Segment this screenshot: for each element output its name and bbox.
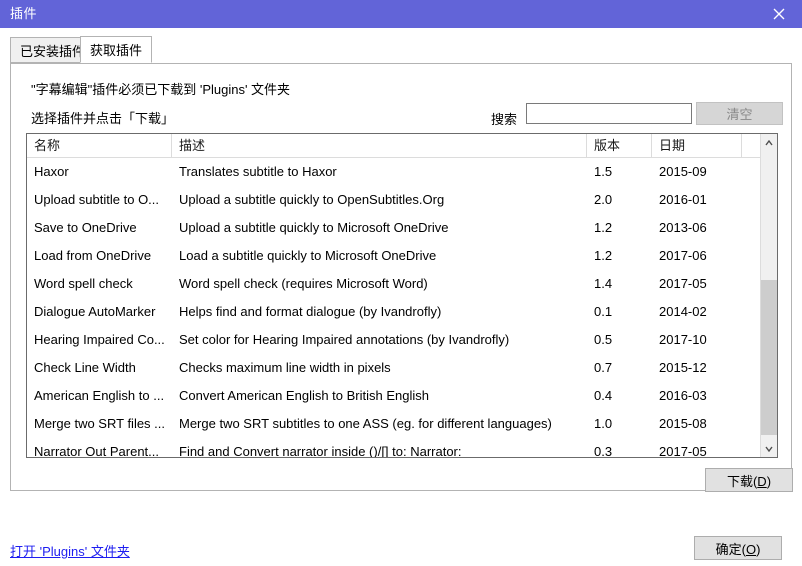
clear-search-button[interactable]: 清空	[696, 102, 783, 125]
ok-button-label: 确定(O)	[715, 541, 761, 557]
info-text-secondary: 选择插件并点击「下载」	[31, 111, 175, 126]
cell-version: 0.7	[594, 360, 613, 375]
tabstrip: 已安装插件 获取插件	[0, 28, 802, 64]
chevron-up-icon[interactable]	[761, 134, 777, 151]
cell-version: 2.0	[594, 192, 613, 207]
chevron-down-icon[interactable]	[761, 440, 777, 457]
cell-name: Haxor	[34, 164, 69, 179]
open-plugins-folder-link[interactable]: 打开 'Plugins' 文件夹	[10, 541, 130, 560]
column-header-filler	[742, 134, 762, 157]
info-text-primary: "字幕编辑"插件必须已下载到 'Plugins' 文件夹	[31, 82, 291, 97]
cell-name: Word spell check	[34, 276, 133, 291]
cell-description: Merge two SRT subtitles to one ASS (eg. …	[179, 416, 552, 431]
cell-version: 1.2	[594, 220, 613, 235]
clear-search-button-label: 清空	[726, 107, 753, 122]
cell-description: Translates subtitle to Haxor	[179, 164, 337, 179]
cell-version: 0.1	[594, 304, 613, 319]
cell-date: 2015-08	[659, 416, 707, 431]
cell-description: Find and Convert narrator inside ()/[] t…	[179, 444, 462, 457]
ok-button[interactable]: 确定(O)	[694, 536, 782, 560]
get-plugins-panel: "字幕编辑"插件必须已下载到 'Plugins' 文件夹 选择插件并点击「下载」…	[10, 63, 793, 492]
table-row[interactable]: Hearing Impaired Co... Set color for Hear…	[27, 326, 760, 354]
cell-version: 0.5	[594, 332, 613, 347]
cell-version: 1.5	[594, 164, 613, 179]
cell-name: Dialogue AutoMarker	[34, 304, 156, 319]
column-header-description[interactable]: 描述	[172, 134, 587, 157]
cell-version: 1.0	[594, 416, 613, 431]
table-row[interactable]: Haxor Translates subtitle to Haxor 1.5 2015…	[27, 158, 760, 186]
cell-version: 1.4	[594, 276, 613, 291]
cell-name: Hearing Impaired Co...	[34, 332, 165, 347]
cell-description: Helps find and format dialogue (by Ivand…	[179, 304, 442, 319]
cell-description: Upload a subtitle quickly to Microsoft O…	[179, 220, 449, 235]
cell-description: Convert American English to British Engl…	[179, 388, 430, 403]
cell-description: Word spell check (requires Microsoft Wor…	[179, 276, 428, 291]
cell-description: Set color for Hearing Impaired annotatio…	[179, 332, 510, 347]
download-button[interactable]: 下载(D)	[705, 468, 793, 492]
close-icon[interactable]	[756, 0, 802, 28]
column-header-name[interactable]: 名称	[27, 134, 172, 157]
tab-installed-plugins-label: 已安装插件	[20, 43, 86, 59]
cell-name: Load from OneDrive	[34, 248, 152, 263]
cell-date: 2017-06	[659, 248, 707, 263]
table-row[interactable]: Word spell check Word spell check (requir…	[27, 270, 760, 298]
search-input[interactable]	[526, 103, 692, 124]
cell-version: 0.4	[594, 388, 613, 403]
cell-date: 2015-12	[659, 360, 707, 375]
cell-date: 2014-02	[659, 304, 707, 319]
search-label: 搜索	[491, 112, 518, 127]
tab-get-plugins-label: 获取插件	[90, 43, 143, 58]
table-row[interactable]: Narrator Out Parent... Find and Convert n…	[27, 438, 760, 457]
scrollbar-thumb[interactable]	[761, 280, 777, 435]
cell-name: Upload subtitle to O...	[34, 192, 160, 207]
window-title: 插件	[10, 6, 38, 21]
cell-date: 2017-05	[659, 276, 707, 291]
table-row[interactable]: Upload subtitle to O... Upload a subtitle…	[27, 186, 760, 214]
download-button-label: 下载(D)	[726, 473, 772, 489]
listview-header: 名称 描述 版本 日期	[27, 134, 777, 158]
column-header-version[interactable]: 版本	[587, 134, 652, 157]
cell-description: Checks maximum line width in pixels	[179, 360, 391, 375]
listview-scrollbar[interactable]	[760, 134, 777, 457]
cell-date: 2017-05	[659, 444, 707, 457]
plugins-listview[interactable]: 名称 描述 版本 日期 Haxor Translates subtitle to …	[26, 133, 778, 458]
cell-description: Load a subtitle quickly to Microsoft One…	[179, 248, 437, 263]
table-row[interactable]: Load from OneDrive Load a subtitle quickl…	[27, 242, 760, 270]
table-row[interactable]: Merge two SRT files ... Merge two SRT sub…	[27, 410, 760, 438]
cell-description: Upload a subtitle quickly to OpenSubtitl…	[179, 192, 445, 207]
cell-name: American English to ...	[34, 388, 165, 403]
table-row[interactable]: Save to OneDrive Upload a subtitle quickl…	[27, 214, 760, 242]
table-row[interactable]: Check Line Width Checks maximum line widt…	[27, 354, 760, 382]
table-row[interactable]: Dialogue AutoMarker Helps find and format…	[27, 298, 760, 326]
cell-name: Save to OneDrive	[34, 220, 137, 235]
window-titlebar: 插件	[0, 0, 802, 28]
cell-date: 2013-06	[659, 220, 707, 235]
column-header-date[interactable]: 日期	[652, 134, 742, 157]
cell-date: 2015-09	[659, 164, 707, 179]
cell-date: 2016-03	[659, 388, 707, 403]
tab-get-plugins[interactable]: 获取插件	[80, 36, 153, 63]
listview-body: Haxor Translates subtitle to Haxor 1.5 2015…	[27, 158, 760, 457]
cell-version: 0.3	[594, 444, 613, 457]
table-row[interactable]: American English to ... Convert American …	[27, 382, 760, 410]
cell-version: 1.2	[594, 248, 613, 263]
cell-name: Check Line Width	[34, 360, 136, 375]
cell-name: Merge two SRT files ...	[34, 416, 166, 431]
cell-name: Narrator Out Parent...	[34, 444, 159, 457]
cell-date: 2016-01	[659, 192, 707, 207]
cell-date: 2017-10	[659, 332, 707, 347]
